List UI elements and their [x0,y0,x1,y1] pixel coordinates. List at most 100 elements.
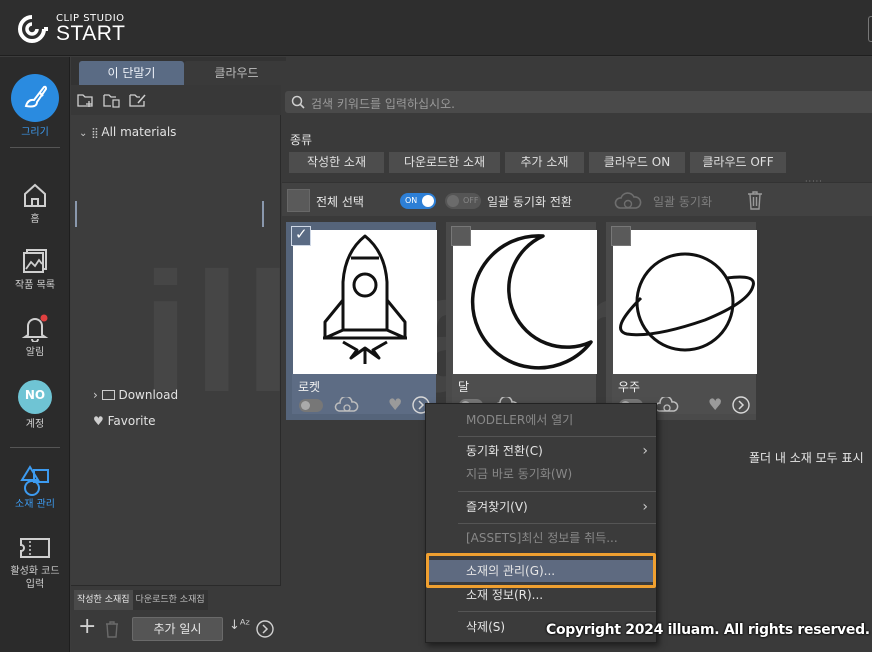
trash-icon[interactable] [746,190,764,210]
material-checkbox[interactable] [451,226,471,246]
menu-separator [458,611,656,612]
material-set-toolbar: + 추가 일시 ↓ᴬᶻ [74,615,279,642]
draw-brush-icon [11,74,59,122]
bulk-sync-label[interactable]: 일괄 동기화 [653,193,712,210]
chevron-right-circle-icon[interactable] [732,396,750,414]
chevron-right-circle-icon[interactable] [256,620,274,638]
tree-scroll-indicator[interactable] [262,201,264,227]
folder-toolbar [71,85,281,115]
tab-cloud[interactable]: 클라우드 [184,61,289,85]
logo-text-big: START [56,22,126,45]
tree-label: All materials [101,125,177,139]
material-thumbnail[interactable] [293,230,437,374]
nav-activation[interactable]: 활성화 코드 입력 [0,535,70,591]
material-checkbox[interactable]: ✓ [291,225,311,246]
heart-icon[interactable]: ♥ [708,395,722,414]
submenu-arrow-icon: › [642,443,648,459]
show-all-in-folder-label[interactable]: 폴더 내 소재 모두 표시 [749,449,864,466]
add-icon[interactable]: + [78,615,96,639]
material-name: 우주 [618,380,641,394]
menu-sync-now[interactable]: 지금 바로 동기화(W) [426,463,656,485]
filter-cloud-on[interactable]: 클라우드 ON [589,152,685,173]
copyright-text: Copyright 2024 illuam. All rights reserv… [546,622,870,638]
tree-scroll-indicator[interactable] [75,201,77,227]
tab-this-device[interactable]: 이 단말기 [79,61,184,85]
menu-assets-info[interactable]: [ASSETS]최신 정보를 취득... [426,527,656,549]
nav-account-label: 계정 [25,419,45,430]
material-info-bar: 로켓 ♥ [292,374,436,414]
menu-separator [458,523,656,524]
works-gallery-icon [23,249,47,273]
new-folder-icon[interactable] [77,92,95,108]
cloud-sync-icon[interactable] [334,397,360,413]
menu-sync-switch[interactable]: 동기화 전환(C) › [426,440,656,462]
notification-dot [40,314,48,322]
account-avatar: NO [18,380,52,414]
tab-bar: 이 단말기 클라우드 [71,57,289,85]
filter-cloud-off[interactable]: 클라우드 OFF [690,152,786,173]
material-checkbox[interactable] [611,226,631,246]
nav-notifications-label: 알림 [25,347,45,358]
heart-icon[interactable]: ♥ [388,395,402,414]
nav-works[interactable]: 작품 목록 [0,247,70,292]
material-name: 로켓 [298,380,321,394]
nav-materials[interactable]: 소재 관리 [0,464,70,511]
chevron-down-icon: ⌄ [79,128,88,139]
nav-draw[interactable]: 그리기 [0,73,70,139]
sync-toggle-on[interactable]: ON [400,193,436,209]
nav-account[interactable]: NO 계정 [0,380,70,431]
material-thumbnail[interactable] [453,230,597,374]
sync-toggle-off[interactable]: OFF [445,193,481,209]
menu-separator [458,436,656,437]
tree-item-all-materials[interactable]: ⌄ ⣿ All materials [79,125,176,139]
material-sync-toggle[interactable] [299,399,323,412]
material-set-tabs: 작성한 소재집 다운로드한 소재집 [74,590,208,610]
tab-created-sets[interactable]: 작성한 소재집 [74,590,133,610]
nav-materials-label: 소재 관리 [15,499,55,510]
tab-downloaded-sets[interactable]: 다운로드한 소재집 [132,590,208,610]
moon-icon [470,234,593,370]
menu-favorites[interactable]: 즐겨찾기(V) › [426,496,656,518]
nav-activation-label: 활성화 코드 입력 [10,566,60,590]
material-card-moon[interactable]: 달 [446,222,597,420]
heart-icon: ♥ [93,414,104,428]
sort-az-icon[interactable]: ↓ᴬᶻ [229,618,250,633]
filter-created[interactable]: 작성한 소재 [289,152,384,173]
highlight-annotation [426,553,656,588]
nav-divider [10,147,60,148]
context-menu: MODELER에서 열기 동기화 전환(C) › 지금 바로 동기화(W) 즐겨… [425,403,657,643]
rocket-icon [323,234,407,364]
material-sets-panel: 작성한 소재집 다운로드한 소재집 + 추가 일시 ↓ᴬᶻ [71,585,281,652]
search-icon [291,95,305,109]
nav-notifications[interactable]: 알림 [0,314,70,359]
filter-downloaded[interactable]: 다운로드한 소재 [389,152,500,173]
submenu-arrow-icon: › [642,499,648,515]
search-input[interactable]: 검색 키워드를 입력하십시오. [285,91,872,113]
edit-folder-icon[interactable] [129,92,147,108]
add-temporary-button[interactable]: 추가 일시 [132,617,223,641]
bell-icon [21,314,49,342]
material-thumbnail[interactable] [613,230,757,374]
menu-open-modeler[interactable]: MODELER에서 열기 [426,409,656,431]
left-navigation: 그리기 홈 작품 목록 알림 NO 계정 소재 관리 활성화 코드 입력 [0,57,70,652]
home-icon [24,183,46,207]
nav-works-label: 작품 목록 [15,280,55,291]
planet-icon [619,252,755,352]
activation-ticket-icon [20,538,50,558]
nav-home[interactable]: 홈 [0,181,70,226]
menu-label: 동기화 전환(C) [466,444,543,458]
filter-added[interactable]: 추가 소재 [505,152,584,173]
material-card-planet[interactable]: 우주 ♥ [606,222,757,420]
cloud-sync-icon[interactable] [654,397,680,413]
material-card-rocket[interactable]: ✓ 로켓 ♥ [286,222,437,420]
materials-shapes-icon [20,465,49,496]
window-control-edge[interactable] [868,16,872,42]
cloud-sync-icon[interactable] [614,192,642,210]
menu-label: 즐겨찾기(V) [466,500,528,514]
trash-icon[interactable] [104,620,120,638]
search-placeholder: 검색 키워드를 입력하십시오. [311,97,455,111]
delete-folder-icon[interactable] [103,92,121,108]
bulk-sync-switch-label: 일괄 동기화 전환 [487,195,572,209]
select-all-checkbox[interactable] [287,189,310,212]
grid-icon: ⣿ [91,128,98,139]
